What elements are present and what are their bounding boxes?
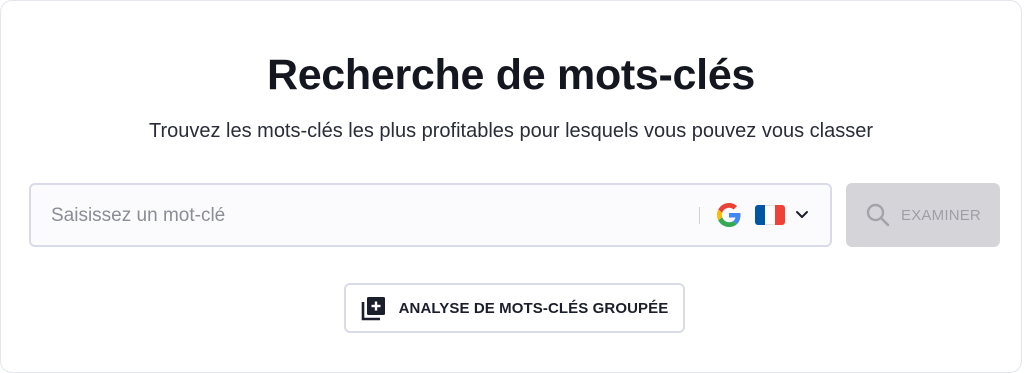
search-icon — [866, 203, 890, 227]
chevron-down-icon — [796, 211, 808, 218]
keyword-search-box — [29, 183, 832, 247]
examine-button[interactable]: EXAMINER — [846, 183, 1000, 247]
examine-button-label: EXAMINER — [901, 206, 981, 224]
keyword-input[interactable] — [49, 185, 693, 247]
keyword-research-card: Recherche de mots-clés Trouvez les mots-… — [0, 0, 1022, 373]
bulk-keyword-analysis-label: ANALYSE DE MOTS-CLÉS GROUPÉE — [398, 299, 669, 317]
france-flag-icon — [755, 205, 785, 225]
page-subtitle: Trouvez les mots-clés les plus profitabl… — [148, 120, 874, 142]
google-icon — [717, 203, 741, 227]
search-divider — [699, 207, 700, 224]
bulk-keyword-analysis-button[interactable]: ANALYSE DE MOTS-CLÉS GROUPÉE — [344, 283, 685, 333]
add-layers-icon — [361, 297, 385, 321]
page-title: Recherche de mots-clés — [266, 51, 756, 99]
search-engine-country-select[interactable] — [717, 199, 817, 231]
